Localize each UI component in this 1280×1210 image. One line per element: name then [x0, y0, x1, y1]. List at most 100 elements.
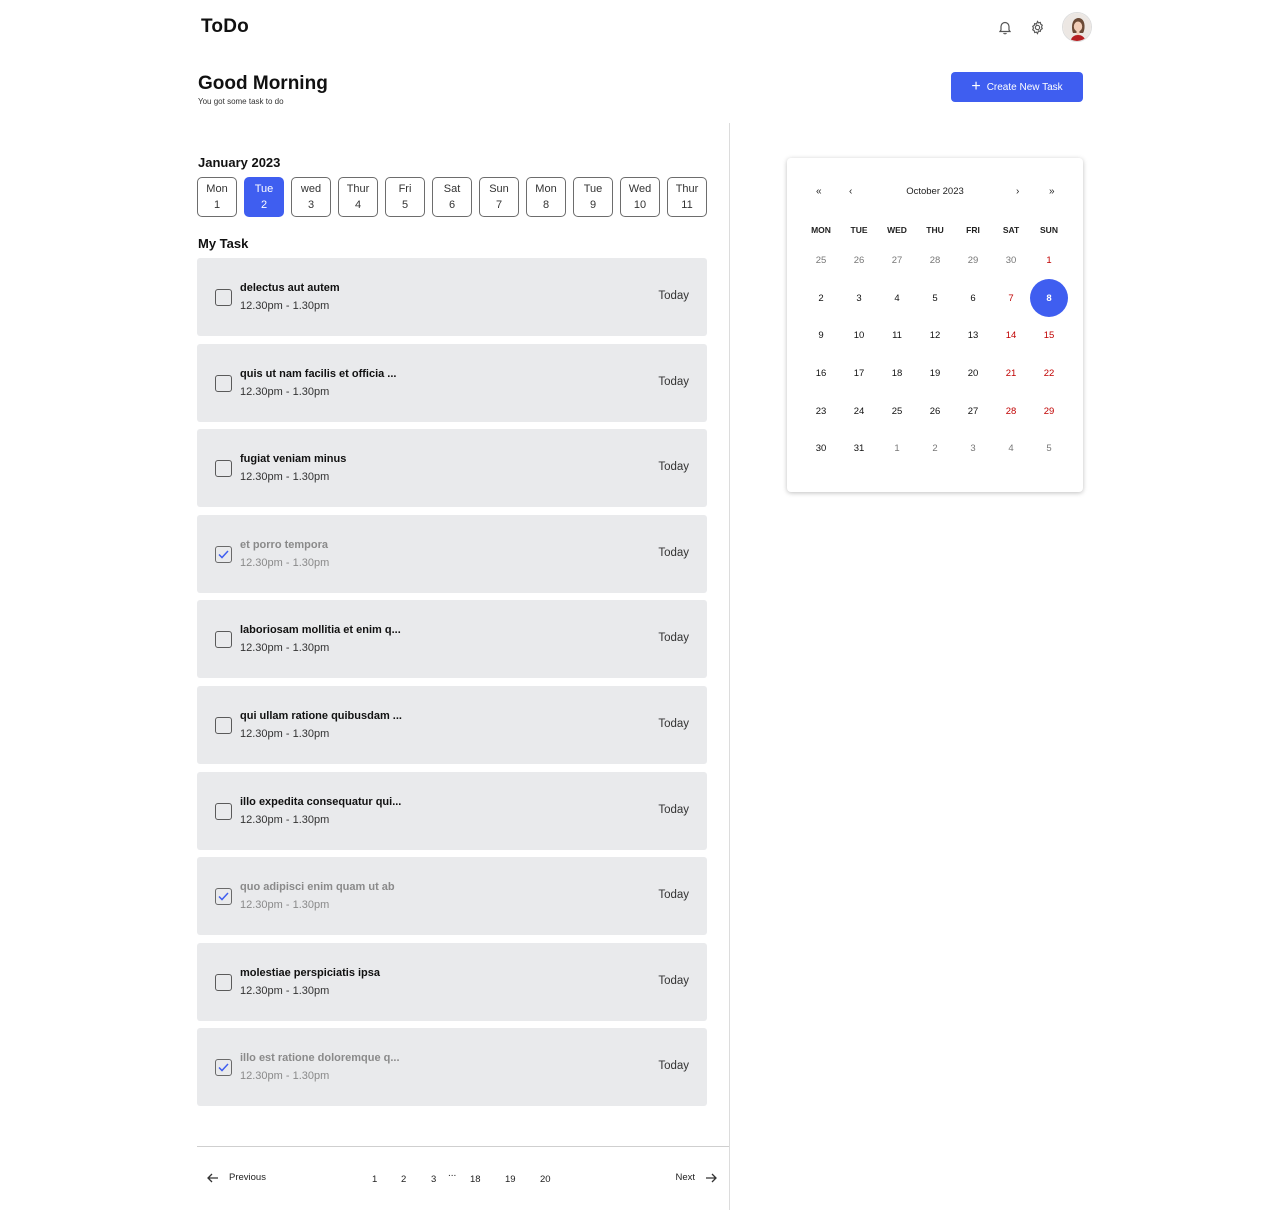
task-card[interactable]: qui ullam ratione quibusdam ... 12.30pm -… — [197, 685, 707, 764]
calendar-day[interactable]: 11 — [878, 317, 916, 355]
task-checkbox[interactable] — [215, 460, 232, 478]
page-link[interactable]: 2 — [401, 1174, 406, 1185]
day-chip[interactable]: Thur 4 — [338, 177, 378, 217]
calendar-day[interactable]: 28 — [916, 242, 954, 280]
calendar-day-number: 29 — [1043, 405, 1055, 417]
task-checkbox[interactable] — [215, 289, 232, 306]
calendar-day[interactable]: 12 — [916, 317, 954, 355]
calendar-day[interactable]: 16 — [802, 355, 840, 393]
previous-button[interactable]: Previous — [207, 1172, 266, 1183]
task-card[interactable]: quo adipisci enim quam ut ab 12.30pm - 1.… — [197, 857, 707, 936]
next-month-button[interactable]: › — [1016, 186, 1019, 197]
task-card[interactable]: laboriosam mollitia et enim q... 12.30pm … — [197, 600, 707, 679]
calendar-day[interactable]: 18 — [878, 355, 916, 393]
calendar-day[interactable]: 26 — [840, 242, 878, 280]
calendar-day-number: 12 — [929, 330, 941, 342]
calendar-day[interactable]: 3 — [954, 430, 992, 468]
calendar-day[interactable]: 28 — [992, 392, 1030, 430]
task-checkbox[interactable] — [215, 631, 232, 649]
day-chip[interactable]: Sun 7 — [479, 177, 519, 217]
task-card[interactable]: et porro tempora 12.30pm - 1.30pm Today — [197, 514, 707, 593]
day-chip[interactable]: Mon 8 — [526, 177, 566, 217]
calendar-day[interactable]: 2 — [916, 430, 954, 468]
calendar-day[interactable]: 5 — [1030, 430, 1068, 468]
calendar-day[interactable]: 2 — [802, 280, 840, 318]
avatar[interactable] — [1062, 12, 1092, 42]
calendar-day[interactable]: 5 — [916, 280, 954, 318]
calendar-day[interactable]: 29 — [1030, 392, 1068, 430]
calendar-day[interactable]: 30 — [802, 430, 840, 468]
day-chip-number: 5 — [401, 199, 409, 211]
next-button[interactable]: Next — [675, 1172, 717, 1183]
day-chip[interactable]: Thur 11 — [667, 177, 707, 217]
app-logo: ToDo — [201, 16, 249, 37]
calendar-day[interactable]: 21 — [992, 355, 1030, 393]
task-checkbox[interactable] — [215, 802, 232, 820]
calendar-day[interactable]: 24 — [840, 392, 878, 430]
calendar-day[interactable]: 1 — [878, 430, 916, 468]
gear-icon[interactable] — [1028, 18, 1046, 36]
task-checkbox[interactable] — [215, 973, 232, 991]
calendar-day-number: 27 — [891, 255, 903, 267]
calendar-day[interactable]: 19 — [916, 355, 954, 393]
calendar-day[interactable]: 1 — [1030, 242, 1068, 280]
calendar-day[interactable]: 20 — [954, 355, 992, 393]
task-card[interactable]: delectus aut autem 12.30pm - 1.30pm Today — [197, 258, 707, 336]
day-chip[interactable]: Fri 5 — [385, 177, 425, 217]
task-card[interactable]: molestiae perspiciatis ipsa 12.30pm - 1.3… — [197, 942, 707, 1021]
task-card[interactable]: illo expedita consequatur qui... 12.30pm … — [197, 771, 707, 850]
page-link[interactable]: 1 — [372, 1174, 377, 1185]
calendar-day[interactable]: 3 — [840, 280, 878, 318]
task-checkbox[interactable] — [215, 1059, 232, 1077]
calendar-day[interactable]: 9 — [802, 317, 840, 355]
day-chip[interactable]: Wed 10 — [620, 177, 660, 217]
calendar-day[interactable]: 15 — [1030, 317, 1068, 355]
task-card[interactable]: illo est ratione doloremque q... 12.30pm … — [197, 1028, 707, 1107]
calendar-day[interactable]: 14 — [992, 317, 1030, 355]
day-chip[interactable]: Mon 1 — [197, 177, 237, 217]
calendar-day-number: 10 — [853, 330, 865, 342]
calendar-day[interactable]: 26 — [916, 392, 954, 430]
task-card[interactable]: quis ut nam facilis et officia ... 12.30p… — [197, 343, 707, 422]
arrow-right-icon — [706, 1173, 717, 1182]
calendar-day[interactable]: 6 — [954, 280, 992, 318]
task-card[interactable]: fugiat veniam minus 12.30pm - 1.30pm Today — [197, 429, 707, 508]
day-chip[interactable]: Tue 9 — [573, 177, 613, 217]
calendar-day-number: 29 — [967, 255, 979, 267]
calendar-day[interactable]: 30 — [992, 242, 1030, 280]
calendar-day[interactable]: 4 — [992, 430, 1030, 468]
page-link[interactable]: 19 — [505, 1174, 516, 1185]
calendar-day-selected[interactable]: 8 — [1030, 279, 1068, 318]
calendar-day-number: 19 — [929, 368, 941, 380]
task-checkbox[interactable] — [215, 545, 232, 563]
calendar-day[interactable]: 29 — [954, 242, 992, 280]
calendar-day[interactable]: 13 — [954, 317, 992, 355]
task-checkbox[interactable] — [215, 716, 232, 734]
day-chip-number: 9 — [589, 199, 597, 211]
page-link[interactable]: 18 — [470, 1174, 481, 1185]
calendar-weekday: FRI — [966, 225, 980, 235]
task-checkbox[interactable] — [215, 888, 232, 906]
calendar-day[interactable]: 25 — [878, 392, 916, 430]
calendar-day-number: 18 — [891, 368, 903, 380]
calendar-day[interactable]: 23 — [802, 392, 840, 430]
calendar-day[interactable]: 17 — [840, 355, 878, 393]
calendar-day[interactable]: 31 — [840, 430, 878, 468]
calendar-day[interactable]: 27 — [954, 392, 992, 430]
calendar-day[interactable]: 7 — [992, 280, 1030, 318]
day-chip[interactable]: wed 3 — [291, 177, 331, 217]
calendar-day[interactable]: 25 — [802, 242, 840, 280]
calendar-day[interactable]: 4 — [878, 280, 916, 318]
day-chip[interactable]: Sat 6 — [432, 177, 472, 217]
calendar-day-number: 23 — [815, 405, 827, 417]
calendar-day[interactable]: 27 — [878, 242, 916, 280]
calendar-day[interactable]: 10 — [840, 317, 878, 355]
next-year-button[interactable]: » — [1049, 186, 1055, 197]
task-checkbox[interactable] — [215, 374, 232, 392]
page-link[interactable]: 20 — [540, 1174, 551, 1185]
page-link[interactable]: 3 — [431, 1174, 436, 1185]
create-task-button[interactable]: + Create New Task — [951, 72, 1083, 102]
bell-icon[interactable] — [996, 18, 1014, 36]
day-chip[interactable]: Tue 2 — [244, 177, 284, 217]
calendar-day[interactable]: 22 — [1030, 355, 1068, 393]
